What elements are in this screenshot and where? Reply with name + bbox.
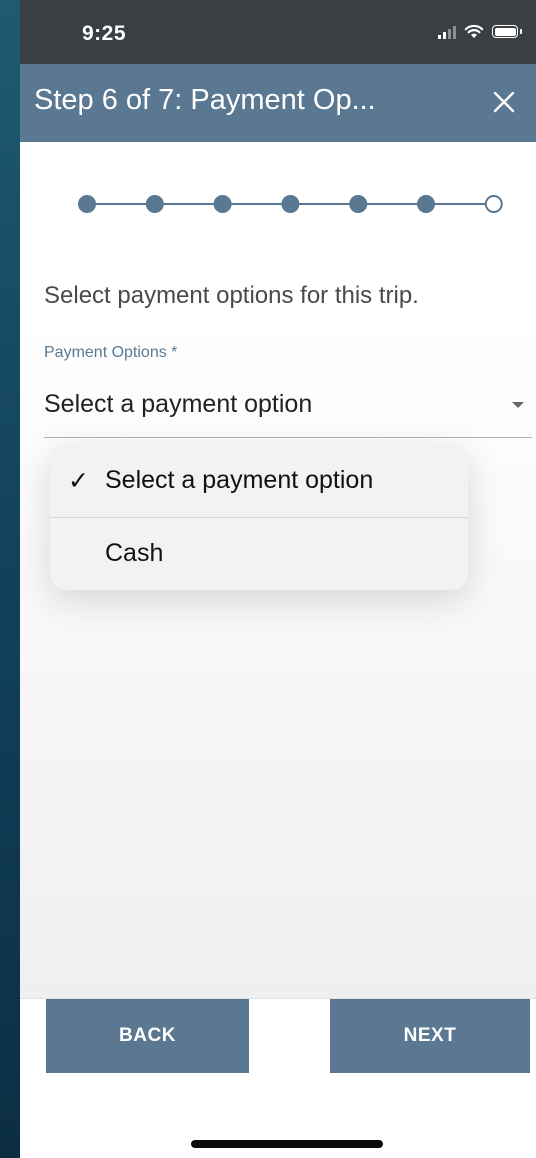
background-strip [0, 0, 20, 1158]
dropdown-option-cash[interactable]: Cash [50, 517, 468, 590]
back-button[interactable]: BACK [46, 999, 249, 1073]
phone-screen: 9:25 Step 6 of 7: Payment Op... Select p… [20, 0, 536, 1158]
payment-options-select[interactable]: Select a payment option [44, 380, 532, 438]
home-indicator [191, 1140, 383, 1148]
step-dot-6 [417, 195, 435, 213]
footer-nav: BACK NEXT [20, 998, 536, 1158]
status-bar: 9:25 [20, 0, 536, 64]
step-progress-indicator [78, 195, 503, 213]
step-dot-1 [78, 195, 96, 213]
instruction-text: Select payment options for this trip. [44, 282, 419, 309]
step-dot-4 [281, 195, 300, 213]
step-dot-5 [349, 195, 368, 213]
status-time: 9:25 [82, 22, 127, 45]
dropdown-option-select-payment[interactable]: ✓ Select a payment option [50, 444, 468, 518]
payment-options-label: Payment Options * [44, 344, 178, 361]
app-header: Step 6 of 7: Payment Op... [20, 64, 536, 142]
checkmark-icon: ✓ [68, 467, 89, 495]
dropdown-option-label: Cash [105, 539, 164, 567]
payment-options-value: Select a payment option [44, 390, 313, 418]
signal-icon [438, 25, 456, 39]
close-icon[interactable] [486, 84, 522, 120]
step-dot-2 [145, 195, 164, 213]
step-dot-3 [213, 195, 232, 213]
wifi-icon [464, 24, 484, 38]
page-title: Step 6 of 7: Payment Op... [34, 84, 376, 116]
battery-icon [492, 25, 518, 38]
step-dot-7 [484, 195, 503, 213]
status-icons [438, 24, 522, 39]
next-button[interactable]: NEXT [330, 999, 530, 1073]
payment-options-dropdown: ✓ Select a payment option Cash [50, 444, 468, 590]
dropdown-option-label: Select a payment option [105, 466, 374, 494]
chevron-down-icon [512, 402, 524, 408]
battery-tip [520, 29, 522, 34]
